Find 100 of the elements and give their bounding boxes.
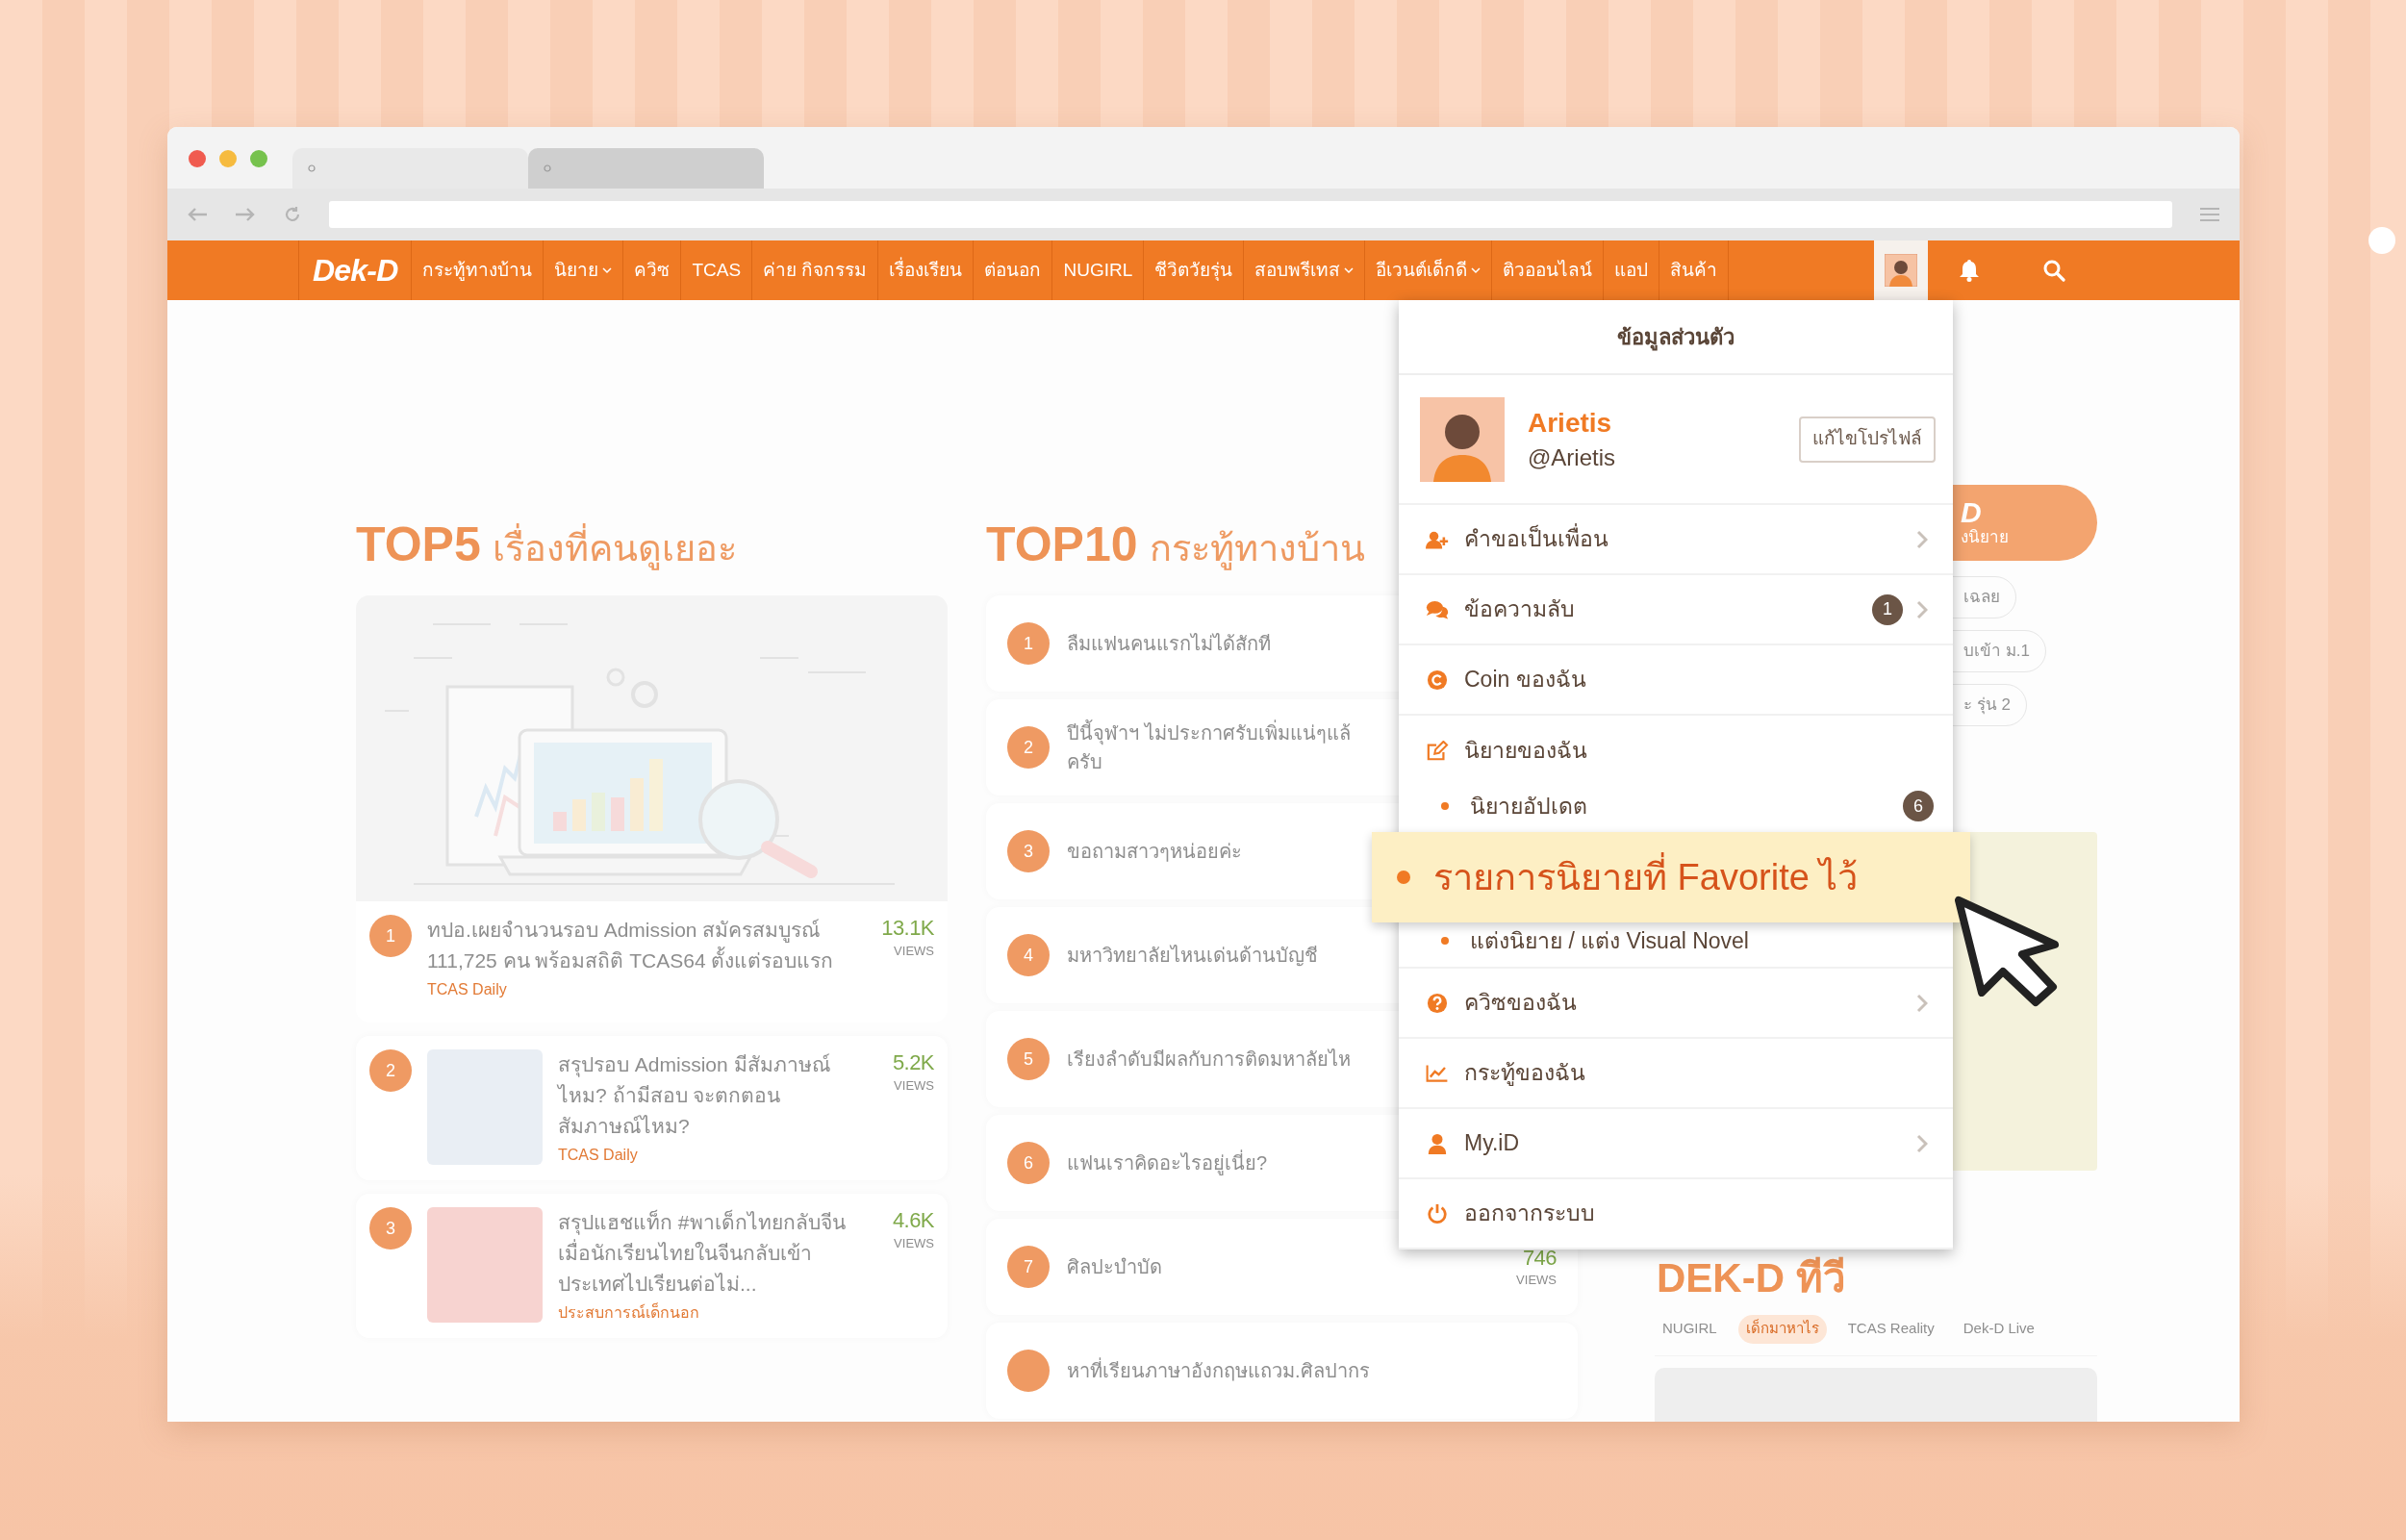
highlighted-menu-item[interactable]: รายการนิยายที่ Favorite ไว้ xyxy=(1372,832,1970,922)
question-icon xyxy=(1426,992,1449,1014)
chevron-right-icon xyxy=(1916,993,1928,1013)
tv-tab[interactable]: NUGIRL xyxy=(1655,1314,1725,1344)
tv-tab[interactable]: Dek-D Live xyxy=(1955,1314,2042,1344)
edit-icon xyxy=(1426,740,1449,762)
maximize-window-button[interactable] xyxy=(250,150,267,167)
chevron-right-icon xyxy=(1916,529,1928,549)
topic-title: ขอถามสาวๆหน่อยค่ะ xyxy=(1067,840,1242,864)
rank-number: 1 xyxy=(369,915,412,957)
user-icon xyxy=(1426,1132,1449,1154)
article-source: TCAS Daily xyxy=(427,980,508,999)
chevron-down-icon xyxy=(1471,266,1482,274)
back-arrow-icon xyxy=(187,207,208,222)
menu-icon xyxy=(2199,207,2220,222)
user-name: Arietis xyxy=(1528,407,1613,440)
section-title: กระทู้ทางบ้าน xyxy=(1149,527,1365,572)
address-bar[interactable] xyxy=(329,201,2172,228)
user-handle: @Arietis xyxy=(1528,443,1617,472)
button-title: D xyxy=(1961,497,1983,527)
close-window-button[interactable] xyxy=(189,150,206,167)
avatar-icon xyxy=(1885,254,1917,287)
rank-number: 6 xyxy=(1007,1142,1050,1184)
profile-button[interactable] xyxy=(1874,240,1928,300)
section-title: DEK-D ทีวี xyxy=(1656,1254,1846,1303)
rank-number: 5 xyxy=(1007,1038,1050,1080)
menu-item-label: คำขอเป็นเพื่อน xyxy=(1464,522,1903,556)
coin-icon xyxy=(1426,669,1449,691)
nav-link[interactable]: นิยาย xyxy=(544,240,624,300)
nav-link[interactable]: สอบพรีเทส xyxy=(1244,240,1366,300)
count-badge: 1 xyxy=(1872,593,1903,625)
nav-link[interactable]: ต่อนอก xyxy=(974,240,1053,300)
chevron-down-icon xyxy=(602,266,613,274)
topic-title: ลืมแฟนคนแรกไม่ได้สักที xyxy=(1067,632,1271,656)
view-count: 5.2K xyxy=(892,1049,934,1076)
tv-tab[interactable]: เด็กมาหาไร xyxy=(1737,1314,1827,1344)
menu-title: ข้อมูลส่วนตัว xyxy=(1399,300,1953,375)
views-label: VIEWS xyxy=(894,1234,934,1252)
nav-link[interactable]: กระทู้ทางบ้าน xyxy=(412,240,545,300)
menu-item[interactable]: กระทู้ของฉัน xyxy=(1399,1039,1953,1109)
nav-link[interactable]: ควิซ xyxy=(623,240,682,300)
view-count: 4.6K xyxy=(892,1207,934,1234)
rank-number: 2 xyxy=(369,1049,412,1092)
section-title: เรื่องที่คนดูเยอะ xyxy=(492,521,737,576)
chevron-right-icon xyxy=(1916,1133,1928,1153)
topic-title: มหาวิทยาลัยไหนเด่นด้านบัญชี xyxy=(1067,944,1318,969)
tab-favicon-icon xyxy=(544,164,551,172)
minimize-window-button[interactable] xyxy=(219,150,237,167)
edit-profile-button[interactable]: แก้ไขโปรไฟล์ xyxy=(1799,416,1936,463)
chat-bubbles-icon xyxy=(1426,598,1449,620)
browser-tab[interactable] xyxy=(292,148,528,189)
site-logo[interactable]: Dek-D xyxy=(298,240,413,300)
menu-item[interactable]: ควิซของฉัน xyxy=(1399,969,1953,1039)
rank-number: 3 xyxy=(1007,830,1050,872)
views-label: VIEWS xyxy=(1516,1272,1557,1289)
menu-item[interactable]: ออกจากระบบ xyxy=(1399,1179,1953,1250)
article-title: ทปอ.เผยจำนวนรอบ Admission สมัครสมบูรณ์ 111,725 คน พร้อมสถิติ TCAS64 ตั้งแต่รอบแรก xyxy=(427,918,835,973)
chevron-down-icon xyxy=(1344,266,1355,274)
count-badge: 6 xyxy=(1903,791,1934,821)
topic-title: ปีนี้จุฬาฯ ไม่ประกาศรับเพิ่มแน่ๆแล้ ครับ xyxy=(1067,719,1351,776)
menu-item-label: ข้อความลับ xyxy=(1464,595,1576,624)
search-icon xyxy=(2042,259,2065,282)
article-title: สรุปรอบ Admission มีสัมภาษณ์ไหม? ถ้ามีสอบ จะตกตอนสัมภาษณ์ไหม? xyxy=(558,1052,831,1139)
topic-title: เรียงลำดับมีผลกับการติดมหาลัยไห xyxy=(1067,1048,1351,1072)
menu-item[interactable]: คำขอเป็นเพื่อน xyxy=(1399,505,1953,575)
forward-arrow-icon xyxy=(235,207,256,222)
tv-tab[interactable]: TCAS Reality xyxy=(1839,1314,1942,1344)
nav-link[interactable]: ชีวิตวัยรุ่น xyxy=(1144,240,1245,300)
button-subtitle: งนิยาย xyxy=(1961,526,2010,548)
browser-tab[interactable] xyxy=(528,148,764,189)
rank-number: 2 xyxy=(1007,726,1050,769)
article-source: ประสบการณ์เด็กนอก xyxy=(558,1301,700,1323)
rank-number: 1 xyxy=(1007,622,1050,665)
nav-link[interactable]: เรื่องเรียน xyxy=(878,240,975,300)
topic-title: แฟนเราคิดอะไรอยู่เนี่ย? xyxy=(1067,1149,1268,1177)
reload-icon xyxy=(283,205,302,224)
article-source: TCAS Daily xyxy=(558,1146,639,1165)
nav-link[interactable]: NUGIRL xyxy=(1052,240,1145,300)
tab-favicon-icon xyxy=(308,164,316,172)
chevron-right-icon xyxy=(1916,599,1928,619)
views-label: VIEWS xyxy=(894,942,934,960)
menu-item[interactable]: My.iD xyxy=(1399,1109,1953,1179)
article-title: สรุปแฮชแท็ก #พาเด็กไทยกลับจีน เมื่อนักเรียนไทยในจีนกลับเข้าประเทศไปเรียนต่อไม่... xyxy=(558,1208,847,1297)
section-label: TOP5 xyxy=(356,517,481,573)
rank-number: 4 xyxy=(1007,934,1050,976)
power-icon xyxy=(1426,1202,1449,1224)
topic-title: ศิลปะบำบัด xyxy=(1067,1255,1162,1279)
rank-number: 7 xyxy=(1007,1246,1050,1288)
bell-icon xyxy=(1959,259,1980,282)
rank-number xyxy=(1007,1350,1050,1392)
topic-title: หาที่เรียนภาษาอังกฤษแถวม.ศิลปากร xyxy=(1067,1356,1370,1385)
section-label: TOP10 xyxy=(986,517,1138,573)
views-label: VIEWS xyxy=(894,1076,934,1095)
nav-link[interactable]: ค่าย กิจกรรม xyxy=(752,240,879,300)
nav-link[interactable]: TCAS xyxy=(681,240,753,300)
view-count: 13.1K xyxy=(881,915,934,942)
submenu-item[interactable]: นิยายอัปเดต 6 xyxy=(1441,790,1934,822)
menu-item[interactable]: Coin ของฉัน xyxy=(1399,645,1953,716)
menu-item[interactable]: ข้อความลับ 1 xyxy=(1399,575,1953,645)
menu-item-label: My.iD xyxy=(1464,1129,1521,1158)
